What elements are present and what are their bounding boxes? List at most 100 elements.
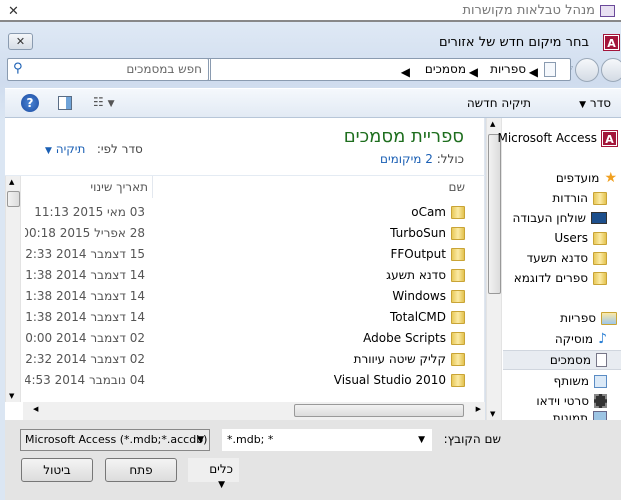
file-date: 15 דצמבר 2014 02:33 <box>25 247 145 261</box>
outer-close-button[interactable]: ✕ <box>8 4 19 19</box>
includes-label: כולל: <box>436 152 464 166</box>
nav-item-label: ספרים לדוגמא <box>513 271 588 285</box>
documents-icon <box>596 353 607 367</box>
content-area: ▲ ▼ A Microsoft Access ★ מועדפים הורדות שו… <box>5 118 621 420</box>
nav-item-favorites[interactable]: ★ מועדפים <box>556 168 617 188</box>
nav-item-shared[interactable]: משותף <box>554 371 607 391</box>
file-date: 04 נובמבר 2014 14:53 <box>25 373 145 387</box>
organize-button[interactable]: סדר ▼ <box>579 96 611 110</box>
arrange-dropdown[interactable]: תיקיה ▼ <box>45 142 85 156</box>
file-name: Visual Studio 2010 <box>334 373 465 387</box>
file-dialog: A בחר מיקום חדש של אזורים ✕ ▽ ◀ ספריות ◀… <box>0 22 621 500</box>
folder-icon <box>451 310 465 324</box>
nav-item-label: תמונות <box>552 411 588 420</box>
nav-item-users[interactable]: Users <box>554 228 607 248</box>
search-input[interactable]: חפש במסמכים ⚲ <box>7 58 209 81</box>
folder-icon <box>451 268 465 282</box>
breadcrumb-arrow-icon: ◀ <box>468 65 478 79</box>
nav-item-downloads[interactable]: הורדות <box>552 188 607 208</box>
preview-pane-button[interactable] <box>58 96 72 110</box>
folder-icon <box>451 205 465 219</box>
nav-scrollbar[interactable]: ▲ ▼ <box>486 118 502 420</box>
nav-scroll-thumb[interactable] <box>488 134 501 294</box>
nav-item-music[interactable]: ♪ מוסיקה <box>555 329 607 349</box>
nav-item-label: Microsoft Access <box>497 131 597 145</box>
folder-icon <box>593 251 607 265</box>
file-row[interactable]: Windows 14 דצמבר 2014 21:38 <box>25 286 465 307</box>
file-name: TurboSun <box>390 226 465 240</box>
file-list-vscrollbar[interactable]: ▲ ▼ <box>5 176 21 402</box>
access-icon: A <box>601 129 618 147</box>
nav-item-pictures[interactable]: תמונות <box>553 411 607 420</box>
file-row[interactable]: FFOutput 15 דצמבר 2014 02:33 <box>25 244 465 265</box>
arrange-by: סדר לפי: תיקיה ▼ <box>45 142 143 156</box>
breadcrumb-arrow-icon: ◀ <box>400 65 410 79</box>
file-date: 02 דצמבר 2014 02:32 <box>25 352 145 366</box>
file-date: 14 דצמבר 2014 21:38 <box>25 268 145 282</box>
nav-item-desktop[interactable]: שולחן העבודה <box>513 208 607 228</box>
libraries-icon <box>601 311 617 325</box>
pictures-icon <box>593 411 607 420</box>
file-name: FFOutput <box>391 247 465 261</box>
file-row[interactable]: סדנא תשעג 14 דצמבר 2014 21:38 <box>25 265 465 286</box>
documents-icon <box>544 62 556 77</box>
nav-item-folder[interactable]: סדנא תשעד <box>527 248 607 268</box>
navigation-pane: ▲ ▼ A Microsoft Access ★ מועדפים הורדות שו… <box>485 118 621 420</box>
file-date: 03 מאי 2015 11:13 <box>34 205 145 219</box>
music-icon: ♪ <box>598 331 607 347</box>
file-date: 02 דצמבר 2014 10:00 <box>25 331 145 345</box>
forward-button[interactable] <box>601 58 621 82</box>
file-list-scroll-thumb[interactable] <box>7 191 20 207</box>
file-row[interactable]: קליק שיטה עיוורת 02 דצמבר 2014 02:32 <box>25 349 465 370</box>
dialog-title: בחר מיקום חדש של אזורים <box>438 35 589 50</box>
arrange-label: סדר לפי: <box>96 142 143 156</box>
help-button[interactable]: ? <box>21 94 39 112</box>
nav-item-microsoft-access[interactable]: A Microsoft Access <box>497 128 618 148</box>
video-icon <box>594 394 607 408</box>
nav-item-label: ספריות <box>560 311 596 325</box>
tools-button[interactable]: כלים ▼ <box>188 458 239 490</box>
nav-item-videos[interactable]: סרטי וידאו <box>536 391 607 411</box>
nav-item-documents[interactable]: מסמכים <box>503 350 621 370</box>
breadcrumb-libraries[interactable]: ספריות <box>490 62 526 76</box>
file-list-hscrollbar[interactable]: ◀ ▶ <box>23 402 485 420</box>
nav-item-label: סדנא תשעד <box>526 251 588 265</box>
nav-item-folder[interactable]: ספרים לדוגמא <box>514 268 607 288</box>
toolbar: סדר ▼ תיקיה חדשה ▼ ☷ ? <box>5 88 621 118</box>
breadcrumb-documents[interactable]: מסמכים <box>425 62 466 76</box>
file-date: 28 אפריל 2015 00:18 <box>25 226 145 240</box>
filename-input[interactable]: *.mdb; * ▼ <box>222 429 432 451</box>
open-button[interactable]: פתח <box>105 458 177 482</box>
includes-locations-link[interactable]: 2 מיקומים <box>380 152 433 166</box>
column-header-date[interactable]: תאריך שינוי <box>23 180 148 194</box>
hscroll-thumb[interactable] <box>294 404 464 417</box>
file-name: oCam <box>411 205 465 219</box>
file-row[interactable]: Adobe Scripts 02 דצמבר 2014 10:00 <box>25 328 465 349</box>
file-name: קליק שיטה עיוורת <box>354 352 465 366</box>
column-header-name[interactable]: שם <box>449 180 465 194</box>
folder-icon <box>451 289 465 303</box>
file-row[interactable]: Visual Studio 2010 04 נובמבר 2014 14:53 <box>25 370 465 391</box>
nav-item-label: מסמכים <box>549 353 591 367</box>
new-folder-button[interactable]: תיקיה חדשה <box>467 96 531 110</box>
nav-item-label: מוסיקה <box>554 332 594 346</box>
cancel-button[interactable]: ביטול <box>21 458 93 482</box>
file-row[interactable]: TurboSun 28 אפריל 2015 00:18 <box>25 223 465 244</box>
file-name: Adobe Scripts <box>363 331 465 345</box>
view-options-button[interactable]: ▼ ☷ <box>93 95 115 109</box>
dialog-footer: שם הקובץ: *.mdb; * ▼ Microsoft Access (*.… <box>5 420 621 500</box>
filename-label: שם הקובץ: <box>443 432 501 446</box>
search-placeholder: חפש במסמכים <box>126 62 202 76</box>
desktop-icon <box>591 212 607 224</box>
folder-icon <box>451 226 465 240</box>
dialog-close-button[interactable]: ✕ <box>8 33 33 50</box>
address-bar[interactable]: ◀ ספריות ◀ מסמכים ◀ ▼ ⇆ <box>151 58 571 81</box>
library-includes: כולל: 2 מיקומים <box>380 152 464 166</box>
file-row[interactable]: TotalCMD 14 דצמבר 2014 21:38 <box>25 307 465 328</box>
file-row[interactable]: oCam 03 מאי 2015 11:13 <box>25 202 465 223</box>
back-button[interactable] <box>575 58 599 82</box>
file-type-select[interactable]: Microsoft Access (*.mdb;*.accdb) ▼ <box>20 429 210 451</box>
nav-item-libraries[interactable]: ספריות <box>560 308 617 328</box>
folder-icon <box>451 247 465 261</box>
library-title: ספריית מסמכים <box>343 126 464 147</box>
